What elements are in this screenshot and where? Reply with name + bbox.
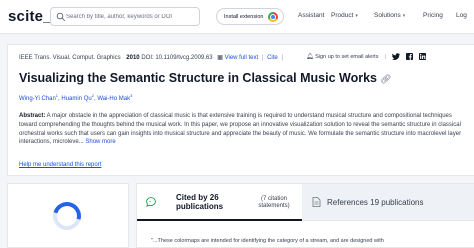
sign-up-alerts[interactable]: 🔔︎ Sign up to set email alerts xyxy=(306,53,378,60)
view-full-text-link[interactable]: View full text xyxy=(225,55,259,61)
divider: | xyxy=(281,55,283,61)
citation-statements-count: (7 citation statements) xyxy=(258,196,290,209)
journal-name[interactable]: IEEE Trans. Visual. Comput. Graphics xyxy=(19,55,121,61)
author-link[interactable]: Wing-Yi Chan1 xyxy=(19,93,58,102)
pdf-icon: ▣ xyxy=(217,55,223,61)
chrome-icon xyxy=(268,12,278,22)
search-input[interactable] xyxy=(66,9,198,24)
citation-excerpt: "...These colormaps are intended for ide… xyxy=(151,238,384,244)
publication-year: 2010 xyxy=(126,55,140,61)
author-link[interactable]: Wai-Ho Mak3 xyxy=(97,93,132,102)
chevron-down-icon: ▾ xyxy=(355,13,358,19)
nav-login[interactable]: Log xyxy=(456,12,467,19)
scite-logo[interactable]: scite_ xyxy=(8,8,52,25)
link-icon[interactable]: 🔗︎ xyxy=(380,74,391,84)
install-extension-button[interactable]: Install extension xyxy=(216,8,284,25)
paper-title-text: Visualizing the Semantic Structure in Cl… xyxy=(19,71,377,85)
paper-actions: 🔔︎ Sign up to set email alerts | xyxy=(306,53,426,60)
nav-pricing-label: Pricing xyxy=(423,12,443,19)
loading-spinner-icon xyxy=(47,196,87,236)
paper-card: IEEE Trans. Visual. Comput. Graphics 201… xyxy=(7,44,474,176)
divider: | xyxy=(261,55,264,61)
abstract-label: Abstract: xyxy=(19,113,46,119)
bell-icon: 🔔︎ xyxy=(306,54,314,60)
facebook-icon[interactable] xyxy=(405,53,413,60)
author-list: Wing-Yi Chan1, Huamin Qu2, Wai-Ho Mak3 xyxy=(19,93,133,102)
divider: | xyxy=(384,53,386,60)
sign-up-label: Sign up to set email alerts xyxy=(315,54,379,60)
citations-panel: “ Cited by 26 publications (7 citation s… xyxy=(136,183,474,248)
help-understand-link[interactable]: Help me understand this report xyxy=(19,162,101,168)
nav-assistant[interactable]: Assistant xyxy=(298,12,324,19)
twitter-icon[interactable] xyxy=(391,53,400,60)
loading-panel xyxy=(7,183,129,248)
paper-meta: IEEE Trans. Visual. Comput. Graphics 201… xyxy=(19,54,285,61)
document-icon xyxy=(312,197,321,207)
references-count: References 19 publications xyxy=(327,198,424,207)
nav-pricing[interactable]: Pricing xyxy=(423,12,443,19)
chevron-down-icon: ▾ xyxy=(402,13,406,19)
install-extension-label: Install extension xyxy=(224,13,264,20)
nav-product[interactable]: Product ▾ xyxy=(331,12,358,19)
search-icon xyxy=(56,12,66,22)
top-navigation-bar: scite_ Install extension Assistant Produ… xyxy=(0,0,474,34)
show-more-link[interactable]: Show more xyxy=(85,139,115,145)
author-link[interactable]: Huamin Qu2 xyxy=(61,93,94,102)
nav-solutions-label: Solutions xyxy=(374,12,401,19)
nav-product-label: Product xyxy=(331,12,354,19)
cited-by-count: Cited by 26 publications xyxy=(176,193,224,211)
tab-cited-by[interactable]: “ Cited by 26 publications (7 citation s… xyxy=(137,184,302,221)
doi[interactable]: DOI: 10.1109/tvcg.2009.63 xyxy=(141,55,212,61)
linkedin-icon[interactable] xyxy=(418,53,426,60)
search-box[interactable] xyxy=(50,7,200,26)
paper-title: Visualizing the Semantic Structure in Cl… xyxy=(19,71,391,85)
cite-link[interactable]: Cite xyxy=(267,55,278,61)
abstract: Abstract: A major obstacle in the apprec… xyxy=(19,112,471,147)
tab-references[interactable]: References 19 publications xyxy=(302,184,474,221)
nav-login-label: Log xyxy=(456,12,467,19)
svg-text:“: “ xyxy=(149,199,151,204)
nav-solutions[interactable]: Solutions ▾ xyxy=(374,12,405,19)
nav-assistant-label: Assistant xyxy=(298,12,325,19)
quote-bubble-icon: “ xyxy=(146,197,156,207)
